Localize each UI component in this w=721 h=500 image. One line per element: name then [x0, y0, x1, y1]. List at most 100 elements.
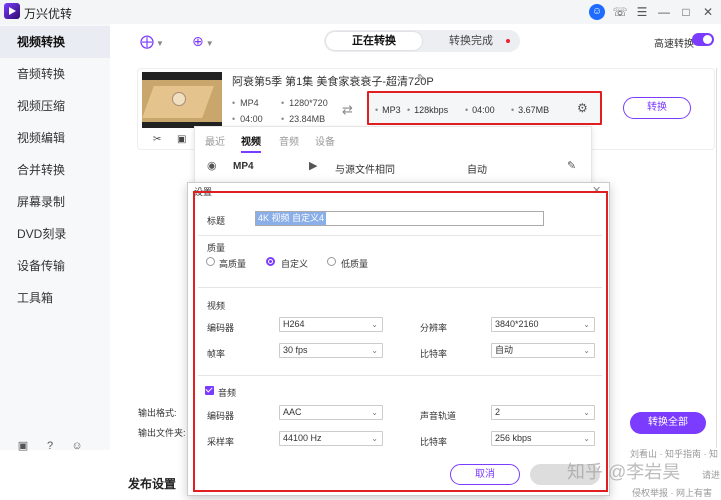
audio-channel-label: 声音轨道	[420, 411, 457, 421]
format-value: 自动	[467, 165, 487, 176]
quality-section-label: 质量	[207, 243, 226, 253]
audio-encoder-label: 编码器	[207, 411, 235, 421]
maximize-icon[interactable]: □	[678, 4, 694, 20]
quality-custom-radio[interactable]	[266, 257, 275, 266]
edit-format-icon[interactable]: ✎	[567, 159, 576, 172]
divider	[198, 287, 602, 288]
sidebar-item-video-compress[interactable]: 视频压缩	[0, 90, 110, 122]
add-file-button[interactable]: ⨁ ▼	[140, 32, 164, 50]
chevron-down-icon: ▼	[156, 39, 164, 48]
convert-all-button[interactable]: 转换全部	[630, 412, 706, 434]
quality-custom-label: 自定义	[281, 259, 309, 269]
tab-recent[interactable]: 最近	[205, 133, 225, 148]
source-duration: 04:00	[232, 114, 263, 124]
sidebar-item-screen-record[interactable]: 屏幕录制	[0, 186, 110, 218]
audio-bitrate-label: 比特率	[420, 437, 448, 447]
sidebar-item-audio-convert[interactable]: 音频转换	[0, 58, 110, 90]
sidebar-item-toolbox[interactable]: 工具箱	[0, 282, 110, 314]
format-disc-icon: ◉	[207, 160, 217, 172]
user-account-icon[interactable]: ☺	[589, 4, 605, 20]
menu-icon[interactable]: ☰	[634, 4, 650, 20]
chevron-down-icon: ▼	[205, 39, 214, 48]
output-format-label: 输出格式:	[138, 408, 177, 418]
crop-icon[interactable]: ▣	[177, 134, 186, 145]
scissors-icon[interactable]: ✂	[153, 134, 161, 145]
minimize-icon[interactable]: —	[656, 4, 672, 20]
video-encoder-label: 编码器	[207, 323, 235, 333]
output-settings-box[interactable]: MP3 128kbps 04:00 3.67MB ⚙	[367, 91, 602, 125]
tab-audio[interactable]: 音频	[279, 133, 299, 148]
resolution-label: 分辨率	[420, 323, 448, 333]
gear-icon[interactable]: ⚙	[577, 101, 588, 115]
users-icon[interactable]: ☺	[70, 439, 84, 453]
resolution-select[interactable]: 3840*2160 ⌄	[491, 317, 595, 332]
edit-title-icon[interactable]: ✎	[417, 73, 425, 84]
format-panel: 最近 视频 音频 设备 ◉ MP4 ▶ 与源文件相同 自动 ✎	[194, 126, 592, 190]
background-page-strip	[716, 68, 721, 448]
video-encoder-select[interactable]: H264 ⌄	[279, 317, 383, 332]
video-thumbnail[interactable]	[142, 72, 222, 128]
audio-encoder-select[interactable]: AAC ⌄	[279, 405, 383, 420]
output-format: MP3	[375, 105, 401, 115]
chevron-down-icon: ⌄	[371, 346, 378, 355]
sidebar-item-dvd-burn[interactable]: DVD刻录	[0, 218, 110, 250]
source-size: 23.84MB	[281, 114, 325, 124]
chevron-down-icon: ⌄	[583, 346, 590, 355]
audio-enable-checkbox[interactable]	[205, 386, 214, 395]
chevron-down-icon: ⌄	[371, 320, 378, 329]
samplerate-select[interactable]: 44100 Hz ⌄	[279, 431, 383, 446]
output-duration: 04:00	[465, 105, 495, 115]
help-icon[interactable]: ?	[43, 439, 57, 453]
cancel-button[interactable]: 取消	[450, 464, 520, 485]
sidebar-item-device-transfer[interactable]: 设备传输	[0, 250, 110, 282]
tab-completed[interactable]: 转换完成	[424, 32, 518, 50]
framerate-label: 帧率	[207, 349, 226, 359]
high-speed-toggle[interactable]	[692, 33, 714, 46]
sidebar-item-video-convert[interactable]: 视频转换	[0, 26, 110, 58]
chevron-down-icon: ⌄	[371, 434, 378, 443]
quality-high-radio[interactable]	[206, 257, 215, 266]
video-bitrate-select[interactable]: 自动 ⌄	[491, 343, 595, 358]
quality-low-radio[interactable]	[327, 257, 336, 266]
tab-converting[interactable]: 正在转换	[326, 32, 422, 50]
sidebar-item-merge[interactable]: 合并转换	[0, 154, 110, 186]
title-input[interactable]: 4K 视频 自定义4	[255, 211, 544, 226]
audio-section-label: 音频	[218, 388, 237, 398]
add-circle-icon: ⊕	[192, 33, 204, 49]
title-input-value: 4K 视频 自定义4	[256, 212, 327, 225]
source-format: MP4	[232, 98, 259, 108]
close-icon[interactable]: ✕	[700, 4, 716, 20]
book-icon[interactable]: ▣	[16, 439, 30, 453]
quality-low-label: 低质量	[341, 259, 369, 269]
background-text-2: 侵权举报 · 网上有害	[632, 488, 712, 498]
watermark: 知乎 @李岩昊	[567, 462, 681, 482]
output-bitrate: 128kbps	[407, 105, 448, 115]
sidebar-item-video-edit[interactable]: 视频编辑	[0, 122, 110, 154]
sidebar: 视频转换 音频转换 视频压缩 视频编辑 合并转换 屏幕录制 DVD刻录 设备传输…	[0, 24, 110, 453]
video-section-label: 视频	[207, 301, 226, 311]
title-label: 标题	[207, 216, 226, 226]
shuffle-icon: ⇄	[342, 102, 353, 117]
format-quality: 与源文件相同	[335, 165, 395, 176]
add-from-device-button[interactable]: ⊕ ▼	[192, 32, 214, 50]
notification-dot	[506, 39, 510, 43]
audio-channel-select[interactable]: 2 ⌄	[491, 405, 595, 420]
format-row[interactable]: ◉ MP4 ▶ 与源文件相同 自动 ✎	[195, 153, 591, 181]
chevron-down-icon: ⌄	[583, 408, 590, 417]
divider	[198, 235, 602, 236]
app-title: 万兴优转	[24, 7, 73, 21]
high-speed-label: 高速转换	[654, 39, 694, 50]
publish-settings-heading: 发布设置	[128, 477, 177, 491]
app-logo-icon	[4, 3, 20, 19]
title-bar: 万兴优转 ☺ ☏ ☰ — □ ✕	[0, 0, 721, 24]
tab-video[interactable]: 视频	[241, 133, 261, 153]
divider	[198, 375, 602, 376]
convert-button[interactable]: 转换	[623, 97, 691, 119]
output-folder-label: 输出文件夹:	[138, 428, 186, 438]
conversion-status-tabs: 正在转换 转换完成	[324, 30, 520, 52]
audio-bitrate-select[interactable]: 256 kbps ⌄	[491, 431, 595, 446]
headset-support-icon[interactable]: ☏	[612, 4, 628, 20]
framerate-select[interactable]: 30 fps ⌄	[279, 343, 383, 358]
tab-device[interactable]: 设备	[315, 133, 335, 148]
add-file-icon: ⨁	[140, 33, 154, 49]
